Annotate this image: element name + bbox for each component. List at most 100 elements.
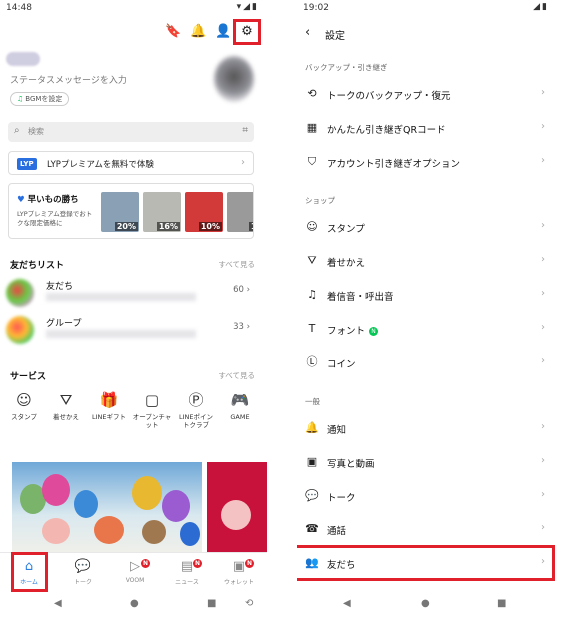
- service-game[interactable]: 🎮 GAME: [220, 391, 260, 421]
- qr-scan-icon[interactable]: ⌗: [242, 125, 248, 136]
- settings-item-font[interactable]: T フォント N ›: [297, 314, 557, 344]
- theme-icon: ⛛: [307, 254, 317, 267]
- tab-chat[interactable]: 💬 トーク: [58, 559, 108, 586]
- gift-icon: 🎁: [99, 391, 119, 409]
- group-title-general: 一般: [305, 397, 320, 406]
- product-thumb[interactable]: 20%: [101, 192, 139, 232]
- tab-voom[interactable]: ▷ VOOM N: [110, 559, 160, 584]
- nav-recents-icon[interactable]: ■: [497, 598, 506, 609]
- chat-icon: 💬: [305, 489, 319, 502]
- blurred-preview: [46, 293, 196, 301]
- friends-see-all[interactable]: すべて見る: [218, 259, 255, 270]
- nav-home-icon[interactable]: ●: [421, 598, 430, 609]
- settings-item-chats[interactable]: 💬 トーク ›: [297, 481, 557, 511]
- sticker-icon: ☺: [306, 220, 318, 233]
- list-item-label: 友だち: [46, 282, 74, 292]
- product-thumb[interactable]: 10%: [185, 192, 223, 232]
- chevron-right-icon: ›: [241, 157, 245, 168]
- product-thumb[interactable]: 11: [227, 192, 253, 232]
- profile-name[interactable]: [6, 52, 40, 66]
- settings-gear-icon[interactable]: ⚙: [239, 24, 255, 40]
- settings-item-theme[interactable]: ⛛ 着せかえ ›: [297, 246, 557, 276]
- friends-list-title: 友だちリスト: [10, 261, 65, 271]
- theme-icon: ⛛: [59, 391, 73, 409]
- chevron-right-icon: ›: [541, 322, 545, 333]
- settings-screen: 19:02 ◢▮ ‹ 設定 バックアップ・引き継ぎ ⟲ トークのバックアップ・復元…: [297, 0, 557, 618]
- music-note-icon: ♫: [17, 95, 24, 103]
- system-nav-bar: ◀ ● ■: [297, 592, 557, 618]
- sticker-icon: ☺: [16, 391, 32, 409]
- nav-back-icon[interactable]: ◀: [54, 598, 62, 609]
- service-gift[interactable]: 🎁 LINEギフト: [89, 391, 129, 421]
- points-icon: Ⓟ: [188, 391, 204, 409]
- settings-item-notifications[interactable]: 🔔 通知 ›: [297, 413, 557, 443]
- service-theme[interactable]: ⛛ 着せかえ: [46, 391, 86, 421]
- wallet-icon: ▣: [232, 559, 246, 574]
- add-friend-icon[interactable]: 👤: [215, 24, 231, 40]
- list-item-count: 60 ›: [233, 285, 250, 295]
- shield-icon: ⛉: [307, 155, 317, 168]
- settings-item-backup[interactable]: ⟲ トークのバックアップ・復元 ›: [297, 79, 557, 109]
- settings-item-account-transfer[interactable]: ⛉ アカウント引き継ぎオプション ›: [297, 147, 557, 177]
- chevron-right-icon: ›: [541, 220, 545, 231]
- lyp-premium-banner[interactable]: LYP LYPプレミアムを無料で体験 ›: [8, 151, 254, 175]
- avatar[interactable]: [214, 56, 254, 102]
- settings-item-friends[interactable]: 👥 友だち ›: [297, 548, 557, 578]
- group-title-backup: バックアップ・引き継ぎ: [305, 63, 388, 72]
- status-message[interactable]: ステータスメッセージを入力: [10, 73, 127, 86]
- rotate-icon[interactable]: ⟲: [245, 598, 253, 609]
- search-placeholder: 検索: [28, 127, 44, 136]
- tab-news[interactable]: ▤ ニュース N: [162, 559, 212, 586]
- backup-icon: ⟲: [307, 87, 317, 100]
- nav-back-icon[interactable]: ◀: [343, 598, 351, 609]
- nav-recents-icon[interactable]: ■: [207, 598, 216, 609]
- settings-item-calls[interactable]: ☎ 通話 ›: [297, 514, 557, 544]
- services-see-all[interactable]: すべて見る: [218, 370, 255, 381]
- promo-banner-image[interactable]: [12, 462, 202, 558]
- settings-item-qr-transfer[interactable]: ▦ かんたん引き継ぎQRコード ›: [297, 113, 557, 143]
- settings-item-photos[interactable]: ▣ 写真と動画 ›: [297, 447, 557, 477]
- voom-icon: ▷: [130, 559, 140, 574]
- status-bar: 19:02 ◢▮: [297, 0, 557, 16]
- new-badge: N: [193, 559, 202, 568]
- game-icon: 🎮: [230, 391, 250, 409]
- bell-icon[interactable]: 🔔: [190, 24, 206, 40]
- services-title: サービス: [10, 372, 47, 382]
- bookmark-icon[interactable]: 🔖: [165, 24, 181, 40]
- chevron-right-icon: ›: [541, 522, 545, 533]
- lyp-banner-text: LYPプレミアムを無料で体験: [47, 160, 154, 170]
- chevron-right-icon: ›: [541, 87, 545, 98]
- tab-home[interactable]: ⌂ ホーム: [4, 559, 54, 586]
- settings-item-coin[interactable]: Ⓛ コイン ›: [297, 347, 557, 377]
- new-badge: N: [141, 559, 150, 568]
- ringtone-icon: ♫: [307, 288, 317, 301]
- status-time: 19:02: [303, 3, 329, 13]
- home-screen: 14:48 ▾◢▮ 🔖 🔔 👤 ⚙ ステータスメッセージを入力 ♫ BGMを設定 …: [0, 0, 267, 618]
- tab-wallet[interactable]: ▣ ウォレット N: [214, 559, 264, 586]
- promo-card[interactable]: ♥ 早いもの勝ち LYPプレミアム登録でおトクな限定価格に 20% 16% 10%…: [8, 183, 254, 239]
- page-title: 設定: [325, 31, 345, 42]
- chevron-right-icon: ›: [541, 355, 545, 366]
- openchat-icon: ▢: [144, 391, 160, 409]
- qr-code-icon: ▦: [306, 121, 318, 134]
- bgm-button[interactable]: ♫ BGMを設定: [10, 92, 70, 106]
- service-points[interactable]: Ⓟ LINEポイントクラブ: [176, 391, 216, 429]
- service-sticker[interactable]: ☺ スタンプ: [4, 391, 44, 421]
- service-openchat[interactable]: ▢ オープンチャット: [132, 391, 172, 429]
- search-bar[interactable]: ⌕ 検索 ⌗: [8, 122, 254, 142]
- friends-icon: 👥: [305, 556, 319, 569]
- chevron-right-icon: ›: [541, 254, 545, 265]
- list-item[interactable]: グループ 33 ›: [6, 314, 256, 344]
- list-item[interactable]: 友だち 60 ›: [6, 277, 256, 307]
- chevron-right-icon: ›: [541, 288, 545, 299]
- promo-banner-image[interactable]: [207, 462, 267, 558]
- product-thumb[interactable]: 16%: [143, 192, 181, 232]
- settings-item-sticker[interactable]: ☺ スタンプ ›: [297, 212, 557, 242]
- settings-item-ringtone[interactable]: ♫ 着信音・呼出音 ›: [297, 280, 557, 310]
- nav-home-icon[interactable]: ●: [130, 598, 139, 609]
- home-icon: ⌂: [24, 559, 34, 574]
- chevron-right-icon: ›: [541, 489, 545, 500]
- promo-title: ♥ 早いもの勝ち: [17, 195, 79, 205]
- phone-icon: ☎: [305, 522, 319, 535]
- back-arrow-icon[interactable]: ‹: [305, 25, 310, 40]
